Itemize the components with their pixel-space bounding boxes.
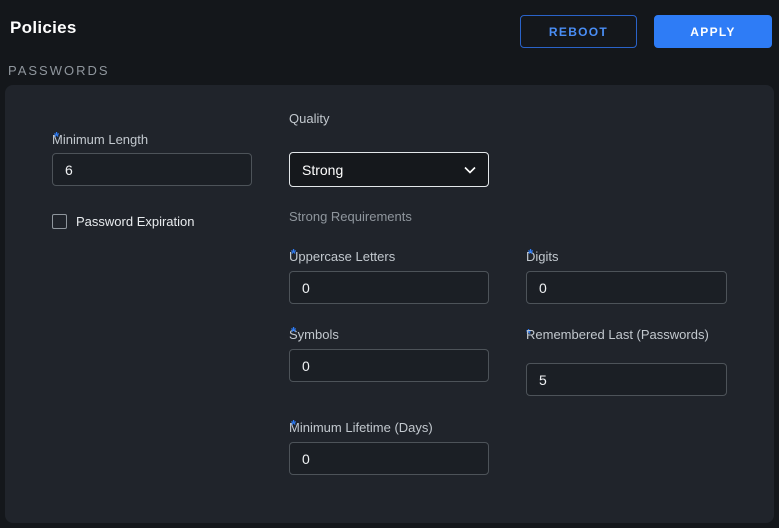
minimum-length-input[interactable] (52, 153, 252, 186)
quality-label: Quality (289, 111, 329, 126)
uppercase-letters-input[interactable] (289, 271, 489, 304)
minimum-lifetime-label: Minimum Lifetime (Days)* (289, 420, 296, 435)
strong-requirements-title: Strong Requirements (289, 209, 412, 224)
passwords-section-label: PASSWORDS (8, 63, 110, 78)
policies-page: Policies REBOOT APPLY PASSWORDS Minimum … (0, 0, 779, 528)
required-marker: * (291, 417, 296, 432)
passwords-panel: Minimum Length* Quality Strong Password … (5, 85, 774, 523)
required-marker: * (291, 246, 296, 261)
password-expiration-checkbox[interactable]: Password Expiration (52, 214, 195, 229)
remembered-last-input[interactable] (526, 363, 727, 396)
required-marker: * (528, 246, 533, 261)
required-marker: * (291, 324, 296, 339)
uppercase-letters-label: Uppercase Letters* (289, 249, 296, 264)
required-marker: * (54, 129, 59, 144)
remembered-last-label: Remembered Last (Passwords)* (526, 327, 531, 340)
chevron-down-icon (464, 166, 476, 174)
checkbox-icon[interactable] (52, 214, 67, 229)
minimum-lifetime-input[interactable] (289, 442, 489, 475)
digits-label: Digits* (526, 249, 533, 264)
quality-select-value: Strong (302, 162, 343, 178)
apply-button[interactable]: APPLY (654, 15, 772, 48)
minimum-length-label: Minimum Length* (52, 132, 59, 147)
reboot-button[interactable]: REBOOT (520, 15, 637, 48)
password-expiration-label: Password Expiration (76, 214, 195, 229)
page-title: Policies (10, 18, 77, 38)
symbols-label: Symbols* (289, 327, 296, 342)
symbols-input[interactable] (289, 349, 489, 382)
quality-select[interactable]: Strong (289, 152, 489, 187)
digits-input[interactable] (526, 271, 727, 304)
